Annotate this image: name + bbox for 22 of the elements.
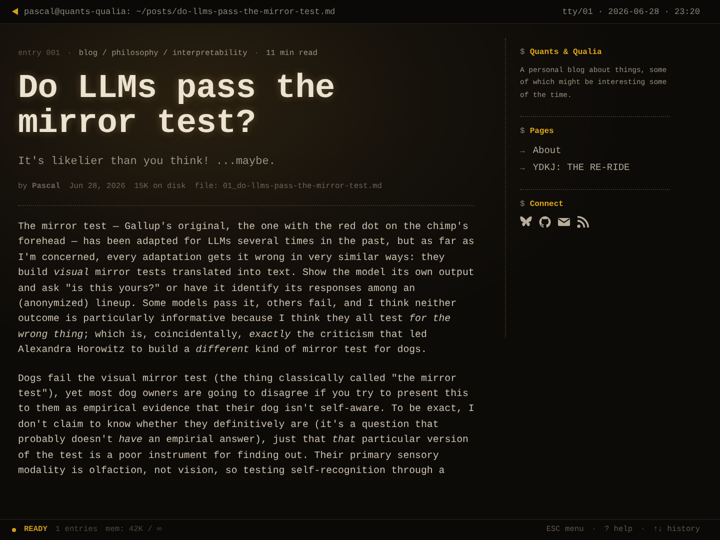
terminal-info: tty/01 · 2026-06-28 · 23:20	[562, 6, 700, 16]
prompt-sign: $	[520, 200, 525, 209]
section-heading: Pages	[530, 126, 554, 136]
prompt-sign: $	[520, 126, 525, 136]
mail-icon[interactable]	[558, 216, 570, 227]
post-subtitle: It's likelier than you think! ...maybe.	[18, 156, 276, 168]
page-link[interactable]: About	[532, 144, 562, 158]
paragraph: The mirror test — Gallup's original, the one with the red dot on the chimp's forehead — has been adapted for LLMs several times in the past, but as far as I'm concerned, every adaptation gets it wrong in very similar ways: they build visual mirror tests translated into text. Show the model its own output and ask "is this yours?" or have it identify its responses among an (anonymized) lineup. Some models pass it, others fail, and I think neither outcome is particularly informative because I think they all test for the wrong thing; which is, coincidentally, exactly the criticism that led Alexandra Horowitz to build a different kind of mirror test for dogs.	[18, 220, 476, 358]
butterfly-icon[interactable]	[520, 216, 532, 228]
paragraph: Dogs fail the visual mirror test (the thing classically called "the mirror test"), yet most dog owners are going to disagree if you try to present this to them as empirical evidence that their dog isn't self-aware. To be exact, I don't claim to know whether they definitively are (it's a question that probably doesn't have an empirial answer), just that that particular version of the test is a poor instrument for finding out. Their primary sensory modality is olfaction, not vision, so testing self-recognition through a	[18, 372, 476, 478]
github-icon[interactable]	[539, 216, 551, 228]
window-title: pascal@quants-qualia: ~/posts/do-llms-pass-the-mirror-test.md	[24, 6, 336, 16]
post-title: Do LLMs pass the mirror test?	[18, 72, 336, 142]
back-arrow-icon[interactable]	[12, 8, 18, 15]
prompt-sign: $	[520, 48, 525, 57]
arrow-icon: →	[520, 144, 525, 158]
rss-icon[interactable]	[577, 216, 589, 228]
status-dot-icon	[12, 528, 16, 532]
arrow-icon: →	[520, 162, 525, 175]
section-heading: Connect	[530, 200, 564, 209]
page-link[interactable]: YDKJ: THE RE-RIDE	[532, 162, 630, 175]
section-heading: Quants & Qualia	[530, 48, 602, 57]
